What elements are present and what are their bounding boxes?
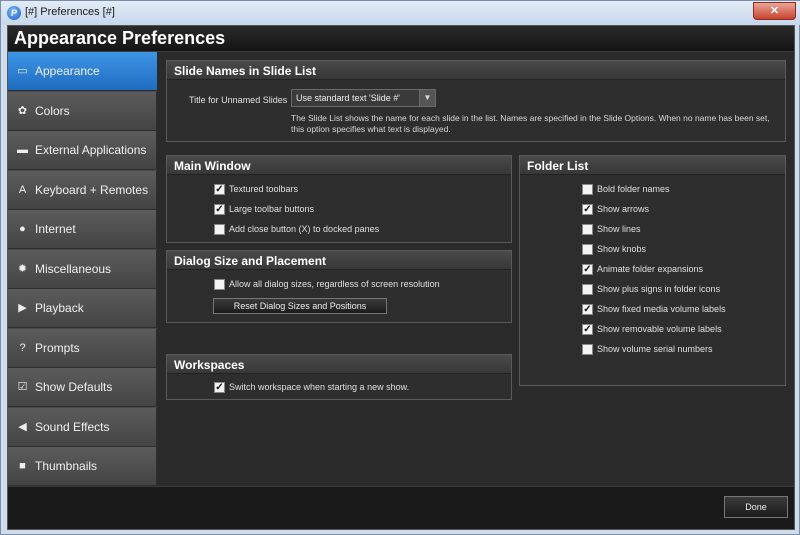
checkbox-box[interactable] [582,184,593,195]
panel-header: Workspaces [167,355,511,374]
main-content: Slide Names in Slide List Title for Unna… [157,52,794,486]
speaker-icon: ◀ [18,420,27,433]
checkbox-box[interactable] [214,279,225,290]
reset-dialog-sizes-button[interactable]: Reset Dialog Sizes and Positions [213,298,387,314]
checkbox-checked[interactable]: ✓ [582,324,593,335]
sidebar-item-external-applications[interactable]: ▬ External Applications [8,131,157,170]
sidebar: ▭ Appearance ✿ Colors ▬ External Applica… [8,52,157,486]
field-label: Title for Unnamed Slides [189,95,288,105]
checkbox-label: Show volume serial numbers [597,344,713,354]
sidebar-item-label: Appearance [35,64,100,78]
sidebar-item-label: External Applications [35,143,147,157]
play-icon: ▶ [18,302,27,314]
sidebar-item-label: Thumbnails [35,459,98,473]
checkbox-label: Show arrows [597,204,650,214]
window-title: [#] Preferences [#] [25,6,115,18]
panel-header: Main Window [167,156,511,175]
checkbox-icon: ☑ [17,381,28,393]
panel-title: Workspaces [174,358,245,372]
sidebar-item-label: Sound Effects [35,419,110,434]
sidebar-item-keyboard-remotes[interactable]: A Keyboard + Remotes [8,170,157,210]
colors-icon: ✿ [17,104,28,117]
panel-header: Dialog Size and Placement [167,251,511,270]
sidebar-item-colors[interactable]: ✿ Colors [8,91,157,131]
external-applications-icon: ▬ [17,144,28,156]
checkbox-checked[interactable]: ✓ [214,382,225,393]
checkbox-checked[interactable]: ✓ [214,204,225,215]
checkbox-checked[interactable]: ✓ [214,184,225,195]
checkbox-label: Large toolbar buttons [229,204,315,214]
checkbox-label: Show lines [597,224,641,234]
description-text: The Slide List shows the name for each s… [291,113,770,134]
main-window-panel: Main Window ✓ Textured toolbars ✓ Large … [166,155,512,243]
checkbox-label: Show knobs [597,244,647,254]
checkbox-box[interactable] [582,244,593,255]
globe-icon: ● [19,223,26,235]
checkbox-label: Show plus signs in folder icons [597,284,721,294]
preferences-window: P [#] Preferences [#] ✕ Appearance Prefe… [0,0,800,535]
panel-title: Folder List [527,159,589,173]
slide-names-panel: Slide Names in Slide List Title for Unna… [166,60,786,142]
sidebar-item-label: Keyboard + Remotes [35,182,149,197]
checkbox-label: Show removable volume labels [597,324,722,334]
sidebar-item-label: Colors [35,103,70,118]
panel-header: Slide Names in Slide List [167,61,785,80]
checkbox-label: Add close button (X) to docked panes [229,224,380,234]
checkbox-label: Bold folder names [597,184,670,194]
folder-list-panel: Folder List Bold folder names ✓ Show arr… [519,155,786,386]
done-button[interactable]: Done [724,496,788,518]
sidebar-item-thumbnails[interactable]: ■ Thumbnails [8,447,157,486]
checkbox-box[interactable] [582,344,593,355]
appearance-icon: ▭ [17,65,28,77]
gear-icon: ✹ [17,262,28,275]
sidebar-item-label: Internet [35,222,76,236]
sidebar-item-label: Show Defaults [35,380,113,394]
footer-bar: Done [8,486,794,529]
select-value: Use standard text 'Slide #' [296,93,400,103]
close-button[interactable]: ✕ [753,2,796,20]
panel-title: Dialog Size and Placement [174,254,327,268]
title-bar[interactable]: P [#] Preferences [#] ✕ [1,1,800,25]
checkbox-box[interactable] [214,224,225,235]
sidebar-item-miscellaneous[interactable]: ✹ Miscellaneous [8,249,157,289]
checkbox-checked[interactable]: ✓ [582,204,593,215]
checkbox-label: Animate folder expansions [597,264,704,274]
unnamed-slides-select[interactable]: Use standard text 'Slide #' ▼ [291,89,436,107]
checkbox-label: Allow all dialog sizes, regardless of sc… [229,279,440,289]
page-title: Appearance Preferences [14,28,226,48]
app-icon: P [7,6,21,20]
chevron-down-icon: ▼ [419,90,435,106]
question-icon: ? [19,341,26,354]
checkbox-label: Textured toolbars [229,184,299,194]
sidebar-item-sound-effects[interactable]: ◀ Sound Effects [8,407,157,447]
checkbox-box[interactable] [582,284,593,295]
sidebar-item-label: Playback [35,301,84,315]
client-area: Appearance Preferences ▭ Appearance ✿ Co… [7,25,795,530]
page-header: Appearance Preferences [8,26,794,52]
checkbox-checked[interactable]: ✓ [582,264,593,275]
checkbox-label: Show fixed media volume labels [597,304,726,314]
dialog-size-panel: Dialog Size and Placement Allow all dial… [166,250,512,323]
keyboard-icon: A [18,183,27,196]
checkbox-label: Switch workspace when starting a new sho… [229,382,410,392]
thumbnails-icon: ■ [19,460,26,472]
workspaces-panel: Workspaces ✓ Switch workspace when start… [166,354,512,400]
sidebar-item-show-defaults[interactable]: ☑ Show Defaults [8,368,157,407]
sidebar-item-label: Miscellaneous [35,261,112,276]
panel-header: Folder List [520,156,785,175]
sidebar-item-internet[interactable]: ● Internet [8,210,157,249]
sidebar-item-label: Prompts [35,340,80,355]
sidebar-item-appearance[interactable]: ▭ Appearance [8,52,157,91]
panel-title: Main Window [174,159,251,173]
panel-title: Slide Names in Slide List [174,64,317,78]
checkbox-checked[interactable]: ✓ [582,304,593,315]
sidebar-item-playback[interactable]: ▶ Playback [8,289,157,328]
sidebar-item-prompts[interactable]: ? Prompts [8,328,157,368]
checkbox-box[interactable] [582,224,593,235]
